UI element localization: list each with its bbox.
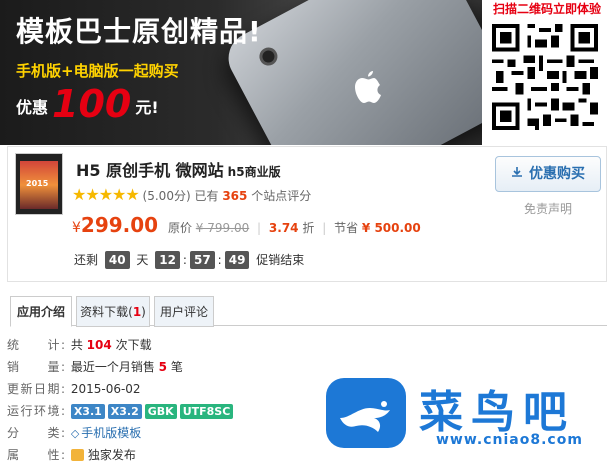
countdown: 还剩 40 天 12:57:49 促销结束 (74, 251, 305, 269)
days-label: 天 (136, 253, 149, 267)
tab-user-reviews[interactable]: 用户评论 (154, 296, 214, 327)
update-date: 2015-06-02 (70, 382, 141, 396)
category-link[interactable]: 手机版模板 (81, 426, 141, 440)
countdown-days: 40 (104, 251, 130, 269)
star-icon: ★ (125, 185, 139, 204)
banner-title: 模板巴士原创精品! (16, 15, 262, 48)
price-row: ¥299.00 原价 ¥ 799.00 | 3.74 折 | 节省 ¥ 500.… (72, 213, 421, 237)
info-label: 销 量: (7, 360, 65, 374)
info-label: 统 计: (7, 338, 65, 352)
info-row-stats: 统 计: 共 104 次下载 (7, 336, 327, 358)
tab-close-paren: ) (141, 305, 146, 319)
env-badge: X3.2 (107, 404, 142, 419)
currency-symbol: ¥ (72, 220, 81, 236)
banner-subtitle: 手机版+电脑版一起购买 (16, 62, 179, 80)
watermark-name: 菜鸟吧 (419, 387, 575, 438)
orig-price: ¥ 799.00 (195, 221, 250, 235)
qr-title: 扫描二维码立即体验 (492, 2, 601, 16)
app-info: 统 计: 共 104 次下载 销 量: 最近一个月销售 5 笔 更新日期: 20… (7, 336, 327, 463)
watermark: 菜鸟吧 www.cniao8.com (324, 374, 604, 460)
countdown-prefix: 还剩 (74, 253, 99, 267)
buy-button[interactable]: 优惠购买 (495, 156, 601, 192)
countdown-suffix: 促销结束 (256, 253, 305, 267)
tab-label: 应用介绍 (16, 305, 65, 319)
star-icon: ★ (98, 185, 113, 204)
divider: | (322, 221, 327, 235)
env-badge: UTF8SC (179, 404, 234, 419)
buy-button-label: 优惠购买 (529, 166, 585, 182)
info-label: 分 类: (7, 426, 65, 440)
product-title-tag: h5商业版 (227, 165, 281, 179)
star-icon: ★ (112, 185, 126, 204)
download-count: 104 (86, 338, 112, 352)
info-label: 属 性: (7, 448, 65, 462)
product-thumbnail[interactable]: 2015 (15, 153, 63, 215)
countdown-seconds: 49 (224, 251, 250, 269)
sales-count: 5 (158, 360, 168, 374)
apple-logo-icon (352, 70, 384, 106)
info-label: 更新日期: (7, 382, 65, 396)
product-title: H5 原创手机 微网站 h5商业版 (76, 157, 281, 181)
tab-app-intro[interactable]: 应用介绍 (10, 296, 72, 327)
promo-banner[interactable]: 模板巴士原创精品! 手机版+电脑版一起购买 优惠 100 元! (0, 0, 482, 145)
save-label: 节省 (334, 221, 359, 235)
product-title-text: H5 原创手机 微网站 (76, 161, 224, 180)
thumb-text: 2015 (26, 179, 49, 188)
star-icon: ★ (72, 185, 86, 204)
tab-label: 用户评论 (159, 305, 208, 319)
discount-unit: 折 (302, 221, 315, 235)
exclusive-icon (70, 449, 84, 461)
disclaimer-link[interactable]: 免责声明 (524, 200, 572, 217)
info-row-attr: 属 性: 独家发布 (7, 446, 327, 463)
info-row-sales: 销 量: 最近一个月销售 5 笔 (7, 358, 327, 380)
env-badge: X3.1 (70, 404, 105, 419)
bird-logo-icon (326, 378, 406, 448)
promo-suffix: 元! (135, 98, 159, 117)
rating-suffix: 个站点评分 (251, 189, 312, 203)
env-badge: GBK (144, 404, 177, 419)
rating-stars: ★★★★★ (72, 185, 143, 204)
tag-icon: ◇ (70, 427, 80, 440)
orig-price-label: 原价 (167, 221, 192, 235)
download-icon (511, 157, 523, 191)
promo-prefix: 优惠 (16, 98, 49, 117)
rating-prefix: 已有 (194, 189, 219, 203)
star-icon: ★ (85, 185, 99, 204)
tab-bar: 应用介绍 资料下载(1) 用户评论 (10, 296, 607, 327)
qr-code-icon[interactable] (488, 18, 602, 136)
current-price: 299.00 (80, 213, 159, 237)
product-card: 2015 H5 原创手机 微网站 h5商业版 ★★★★★ (5.00分) 已有 3… (7, 146, 607, 282)
info-value: 共 104 次下载 (70, 338, 152, 352)
tab-downloads[interactable]: 资料下载(1) (76, 296, 150, 327)
save-amount: ¥ 500.00 (361, 221, 421, 235)
info-row-category: 分 类: ◇ 手机版模板 (7, 424, 327, 446)
watermark-url: www.cniao8.com (436, 432, 583, 448)
rating-score: (5.00分) (142, 189, 191, 203)
promo-amount: 100 (52, 82, 132, 126)
countdown-minutes: 57 (189, 251, 215, 269)
info-label: 运行环境: (7, 404, 65, 418)
banner-promo: 优惠 100 元! (16, 82, 159, 126)
tab-count: 1 (132, 305, 142, 319)
countdown-hours: 12 (155, 251, 180, 269)
rating-row: ★★★★★ (5.00分) 已有 365 个站点评分 (72, 185, 311, 204)
divider: | (257, 221, 262, 235)
info-row-date: 更新日期: 2015-06-02 (7, 380, 327, 402)
attribute-value: 独家发布 (87, 448, 136, 462)
discount: 3.74 (268, 221, 299, 235)
rating-count: 365 (222, 189, 248, 203)
tab-label: 资料下载( (80, 305, 133, 319)
info-row-env: 运行环境: X3.1 X3.2 GBK UTF8SC (7, 402, 327, 424)
info-value: 最近一个月销售 5 笔 (70, 360, 183, 374)
